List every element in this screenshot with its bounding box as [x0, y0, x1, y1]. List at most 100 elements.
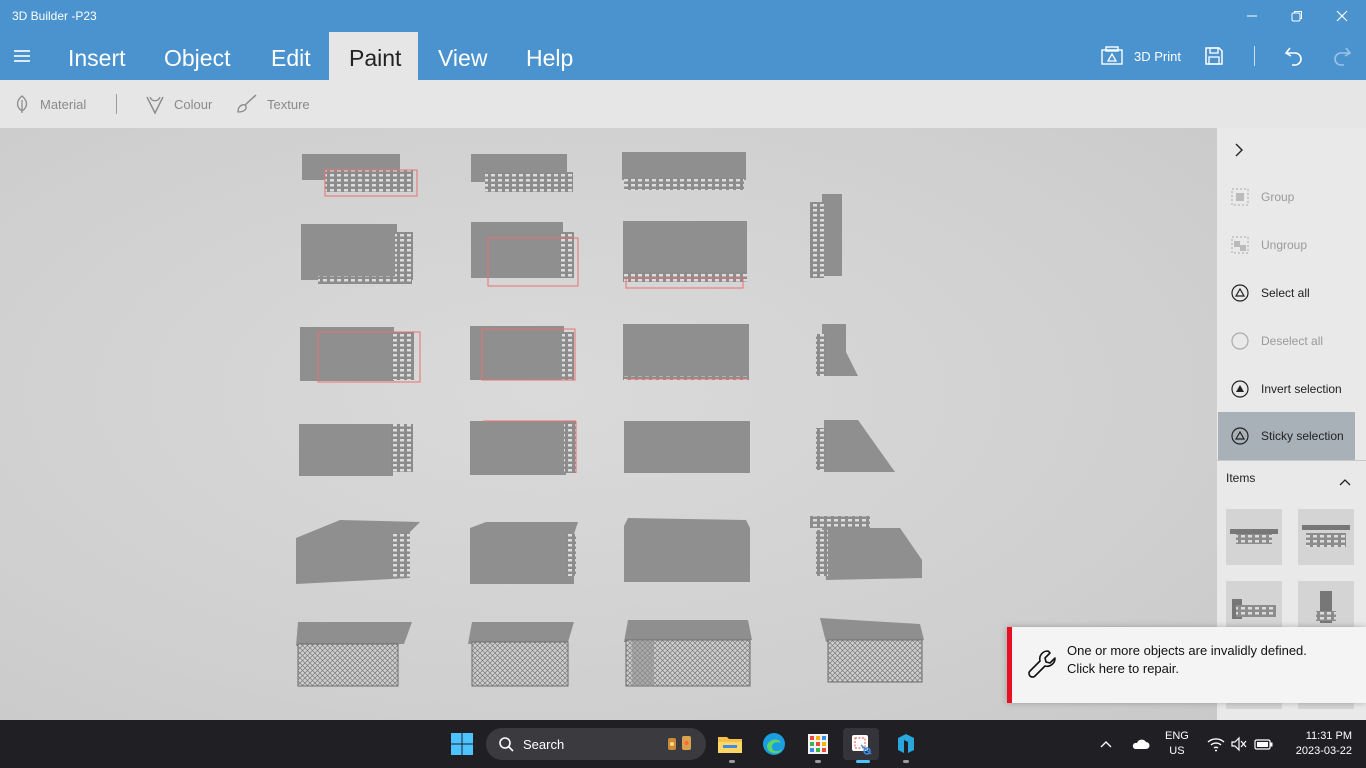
menu-separator	[1254, 46, 1255, 66]
item-thumbnail[interactable]	[1298, 509, 1354, 565]
tab-view[interactable]: View	[418, 32, 507, 80]
network-button[interactable]	[1207, 720, 1225, 768]
folder-icon	[718, 737, 742, 753]
model-object[interactable]	[624, 421, 750, 473]
model-object[interactable]	[302, 154, 418, 197]
colour-button[interactable]: Colour	[144, 80, 212, 128]
paint-toolbar: Material Colour Texture	[0, 80, 1366, 128]
ungroup-label: Ungroup	[1261, 238, 1308, 252]
group-button[interactable]: Group	[1218, 173, 1355, 221]
3d-print-button[interactable]: 3D Print	[1100, 32, 1181, 80]
model-object[interactable]	[470, 326, 576, 381]
model-object[interactable]	[471, 154, 573, 192]
taskbar: Search ENG US 11:31 PM 2023-03-22	[0, 720, 1366, 768]
onedrive-button[interactable]	[1130, 720, 1150, 768]
minimize-button[interactable]	[1229, 0, 1275, 32]
restore-button[interactable]	[1274, 0, 1320, 32]
collapse-panel-button[interactable]	[1231, 142, 1247, 163]
start-button[interactable]	[446, 728, 478, 760]
model-object[interactable]	[301, 224, 413, 284]
model-object[interactable]	[816, 324, 858, 376]
battery-button[interactable]	[1254, 720, 1274, 768]
taskbar-search[interactable]: Search	[486, 728, 706, 760]
invert-selection-button[interactable]: Invert selection	[1218, 365, 1355, 413]
paint-bucket-icon	[146, 96, 164, 115]
model-object[interactable]	[820, 618, 924, 683]
texture-button[interactable]: Texture	[235, 80, 310, 128]
close-button[interactable]	[1319, 0, 1365, 32]
3d-print-label: 3D Print	[1134, 48, 1181, 64]
model-object[interactable]	[622, 152, 746, 190]
volume-muted-icon	[1231, 736, 1247, 752]
model-object[interactable]	[470, 420, 577, 475]
redo-icon	[1334, 47, 1352, 66]
edge-browser-button[interactable]	[758, 728, 790, 760]
model-object[interactable]	[470, 522, 578, 584]
material-label: Material	[40, 96, 87, 112]
model-object[interactable]	[296, 520, 420, 584]
3d-print-icon	[1101, 46, 1123, 65]
deselect-all-button[interactable]: Deselect all	[1218, 317, 1355, 365]
app-button[interactable]	[802, 728, 834, 760]
window-title: 3D Builder -P23	[12, 9, 97, 23]
model-object[interactable]	[816, 420, 895, 472]
show-hidden-icons-button[interactable]	[1098, 720, 1114, 768]
model-object[interactable]	[624, 518, 750, 582]
model-thumbnail-icon	[1230, 529, 1278, 544]
model-object[interactable]	[471, 222, 579, 287]
tab-paint[interactable]: Paint	[329, 32, 418, 80]
model-object[interactable]	[299, 424, 413, 476]
invert-selection-icon	[1231, 380, 1249, 398]
model-object[interactable]	[468, 622, 574, 687]
select-all-icon	[1231, 284, 1249, 302]
notification-message: One or more objects are invalidly define…	[1067, 642, 1307, 678]
group-icon	[1231, 188, 1249, 206]
item-thumbnail[interactable]	[1226, 509, 1282, 565]
clock[interactable]: 11:31 PM 2023-03-22	[1288, 720, 1352, 768]
clock-date: 2023-03-22	[1295, 745, 1352, 757]
model-object[interactable]	[624, 620, 752, 687]
model-object[interactable]	[810, 194, 842, 278]
save-icon	[1205, 47, 1223, 65]
language-indicator[interactable]: ENG US	[1165, 720, 1189, 768]
model-object[interactable]	[296, 622, 412, 687]
model-thumbnail-icon	[1302, 525, 1350, 547]
3d-builder-taskbar-button[interactable]	[890, 728, 922, 760]
volume-button[interactable]	[1230, 720, 1248, 768]
repair-notification[interactable]: One or more objects are invalidly define…	[1007, 627, 1366, 703]
brush-icon	[237, 94, 257, 113]
save-button[interactable]	[1203, 32, 1225, 80]
colour-label: Colour	[174, 96, 213, 112]
active-app-indicator	[856, 760, 870, 763]
chevron-up-icon	[1100, 741, 1112, 748]
model-object[interactable]	[623, 221, 747, 289]
running-indicator	[729, 760, 735, 763]
model-object[interactable]	[300, 327, 421, 383]
collapse-items-button[interactable]	[1339, 474, 1351, 492]
lantern-decor-icon	[668, 736, 691, 750]
select-all-button[interactable]: Select all	[1218, 269, 1355, 317]
undo-button[interactable]	[1282, 32, 1306, 80]
wrench-icon	[1028, 650, 1056, 678]
tab-edit[interactable]: Edit	[251, 32, 331, 80]
model-object[interactable]	[810, 516, 922, 580]
app-grid-icon	[808, 734, 828, 754]
notification-line-2: Click here to repair.	[1067, 661, 1179, 676]
tab-insert[interactable]: Insert	[48, 32, 146, 80]
sticky-selection-label: Sticky selection	[1261, 429, 1344, 443]
edge-icon	[763, 733, 785, 755]
redo-button[interactable]	[1330, 32, 1354, 80]
hamburger-menu-button[interactable]	[12, 46, 32, 66]
group-label: Group	[1261, 190, 1295, 204]
tab-help[interactable]: Help	[506, 32, 593, 80]
sticky-selection-button[interactable]: Sticky selection	[1218, 412, 1355, 460]
ungroup-button[interactable]: Ungroup	[1218, 221, 1355, 269]
model-object[interactable]	[623, 324, 749, 380]
texture-label: Texture	[267, 96, 310, 112]
select-all-label: Select all	[1261, 286, 1310, 300]
material-button[interactable]: Material	[12, 80, 86, 128]
tab-object[interactable]: Object	[144, 32, 250, 80]
file-explorer-button[interactable]	[714, 728, 746, 760]
sticky-selection-icon	[1231, 427, 1249, 445]
snipping-tool-button[interactable]	[843, 728, 879, 760]
